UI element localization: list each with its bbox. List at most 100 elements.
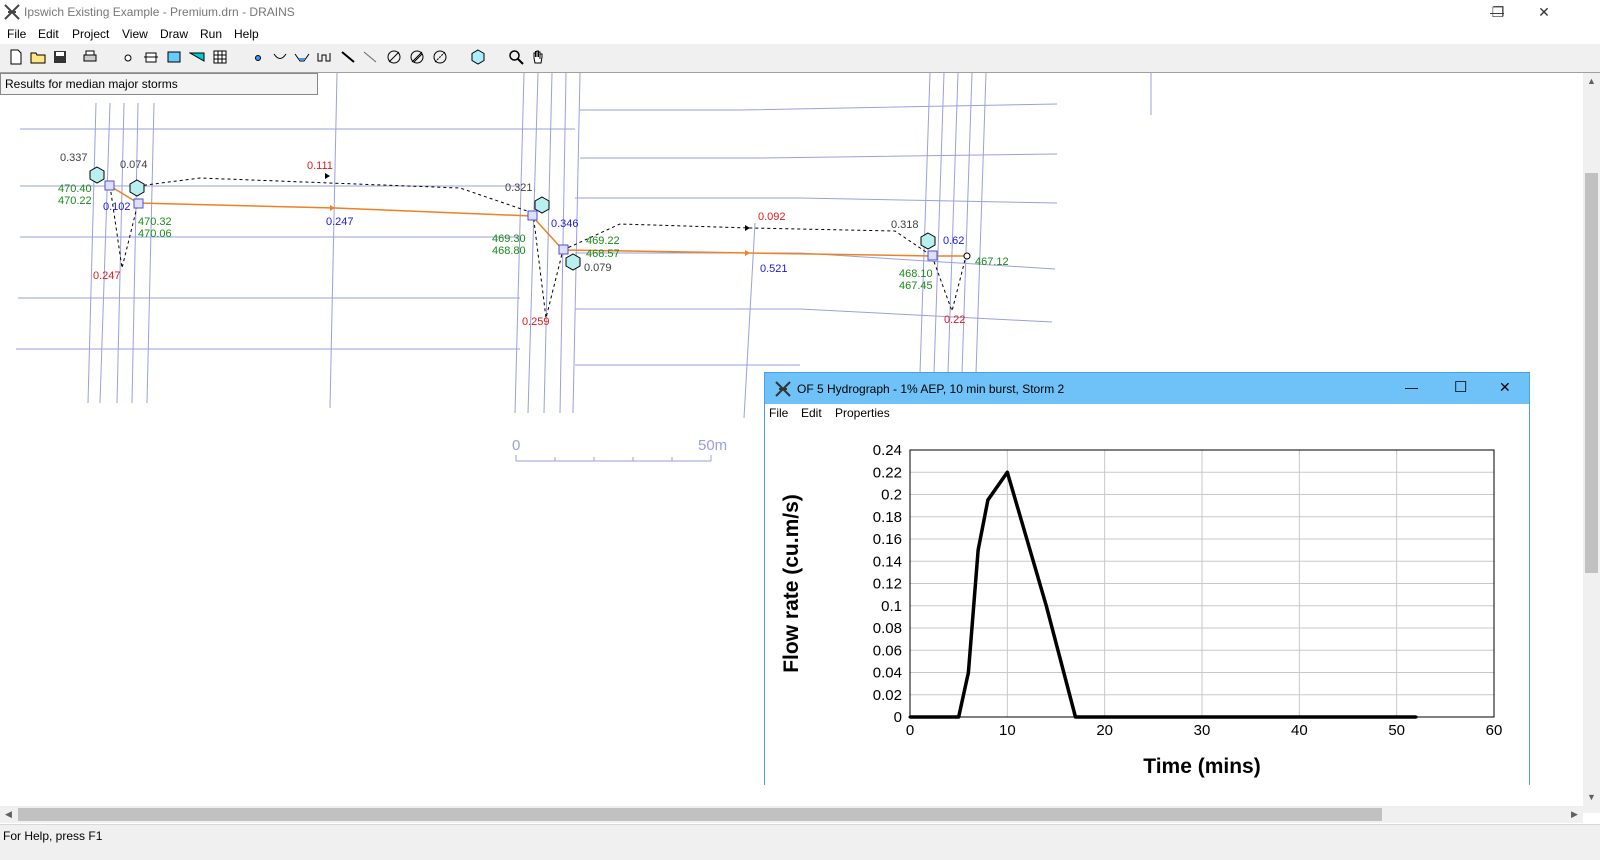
scale-bar-start: 0 xyxy=(512,437,521,454)
x-tick-label: 20 xyxy=(1096,722,1113,739)
hydrograph-data-point xyxy=(957,715,961,719)
weir-icon[interactable] xyxy=(314,47,334,67)
detention-basin-icon[interactable] xyxy=(164,47,184,67)
hydrograph-data-point xyxy=(1044,604,1048,608)
save-icon[interactable] xyxy=(50,47,70,67)
y-axis-label: Flow rate (cu.m/s) xyxy=(780,494,803,673)
close-button[interactable]: ✕ xyxy=(1521,0,1567,24)
scale-bar-end: 50m xyxy=(698,437,728,454)
result-label: 469.22 xyxy=(586,235,620,247)
menu-edit[interactable]: Edit xyxy=(38,27,59,41)
result-label: 0.111 xyxy=(307,160,333,172)
menu-draw[interactable]: Draw xyxy=(160,27,188,41)
hydro-menu-edit[interactable]: Edit xyxy=(801,406,822,420)
hydrograph-title: OF 5 Hydrograph - 1% AEP, 10 min burst, … xyxy=(797,382,1065,396)
node-icon[interactable] xyxy=(118,47,138,67)
zoom-icon[interactable] xyxy=(506,47,526,67)
scroll-right-icon[interactable]: ▶ xyxy=(1566,806,1583,823)
hydro-menu-properties[interactable]: Properties xyxy=(835,406,890,420)
x-axis-label: Time (mins) xyxy=(1143,755,1260,778)
result-label: 468.80 xyxy=(492,245,526,257)
link-icon[interactable] xyxy=(360,47,380,67)
toolbar xyxy=(0,44,1600,73)
result-label: 468.57 xyxy=(586,248,620,260)
result-label: 0.247 xyxy=(93,270,121,282)
junction-icon[interactable] xyxy=(248,47,268,67)
hydrograph-window[interactable]: OF 5 Hydrograph - 1% AEP, 10 min burst, … xyxy=(764,372,1530,785)
window-title: Ipswich Existing Example - Premium.drn -… xyxy=(24,5,295,19)
channel-icon[interactable] xyxy=(187,47,207,67)
pipe-icon[interactable] xyxy=(338,47,358,67)
menu-project[interactable]: Project xyxy=(72,27,109,41)
result-label: 470.40 xyxy=(58,183,92,195)
scroll-left-icon[interactable]: ◀ xyxy=(0,806,17,823)
hydrograph-data-point xyxy=(986,498,990,502)
hydrograph-menu-bar: File Edit Properties xyxy=(765,404,1529,424)
menu-view[interactable]: View xyxy=(122,27,148,41)
result-label: 469.30 xyxy=(492,233,526,245)
result-label: 0.318 xyxy=(891,219,919,231)
result-label: 0.62 xyxy=(943,235,965,247)
result-label: 0.102 xyxy=(103,201,131,213)
drains-app-icon xyxy=(775,381,791,397)
table-icon[interactable] xyxy=(210,47,230,67)
new-file-icon[interactable] xyxy=(6,47,26,67)
result-label: 0.079 xyxy=(584,262,612,274)
title-bar: Ipswich Existing Example - Premium.drn -… xyxy=(0,0,1600,24)
pit-icon[interactable] xyxy=(141,47,161,67)
hydrograph-data-point xyxy=(1025,537,1029,541)
menu-run[interactable]: Run xyxy=(200,27,222,41)
hydrograph-close-button[interactable]: ✕ xyxy=(1499,379,1511,396)
result-label: 0.247 xyxy=(326,216,354,228)
y-tick-label: 0.1 xyxy=(881,598,902,615)
swale-icon[interactable] xyxy=(292,47,312,67)
result-label: 470.06 xyxy=(138,228,172,240)
hydrograph-data-point xyxy=(976,548,980,552)
hydrograph-data-point xyxy=(966,671,970,674)
scroll-up-icon[interactable]: ▲ xyxy=(1583,73,1600,90)
menu-help[interactable]: Help xyxy=(234,27,259,41)
overflow-route-icon[interactable] xyxy=(270,47,290,67)
result-label: 0.074 xyxy=(120,159,148,171)
x-tick-label: 50 xyxy=(1388,722,1405,739)
result-label: 0.259 xyxy=(522,316,550,328)
menu-file[interactable]: File xyxy=(7,27,26,41)
sub-catchment-node xyxy=(89,166,105,184)
hydro-menu-file[interactable]: File xyxy=(769,406,788,420)
hydrograph-data-point xyxy=(1414,715,1418,719)
result-label: 0.092 xyxy=(758,211,786,223)
y-tick-label: 0.02 xyxy=(873,687,902,704)
result-label: 467.12 xyxy=(975,256,1009,268)
x-tick-label: 60 xyxy=(1486,722,1503,739)
result-label: 0.321 xyxy=(505,182,533,194)
hydrograph-data-point xyxy=(1005,470,1009,474)
vertical-scroll-thumb[interactable] xyxy=(1585,173,1598,573)
result-label: 0.337 xyxy=(60,152,88,164)
sub-catchment-icon[interactable] xyxy=(384,47,404,67)
result-label: 470.32 xyxy=(138,216,172,228)
result-label: 467.45 xyxy=(899,280,933,292)
x-tick-label: 0 xyxy=(906,722,914,739)
hydrograph-title-bar[interactable]: OF 5 Hydrograph - 1% AEP, 10 min burst, … xyxy=(765,373,1529,404)
pan-hand-icon[interactable] xyxy=(528,47,548,67)
y-tick-label: 0.16 xyxy=(873,531,902,548)
hexagon-icon[interactable] xyxy=(468,47,488,67)
horizontal-scroll-thumb[interactable] xyxy=(18,808,1382,821)
open-folder-icon[interactable] xyxy=(28,47,48,67)
hydrograph-plot-area: 0 10 20 30 40 50 60 0 0.02 0.04 0.06 0.08 0.1 0.12 0.1… xyxy=(765,424,1529,785)
result-label: 470.22 xyxy=(58,195,92,207)
result-label: 0.346 xyxy=(551,218,579,230)
sub-catchment-2-icon[interactable] xyxy=(407,47,427,67)
y-tick-label: 0.22 xyxy=(873,464,902,481)
hydrograph-maximize-button[interactable]: ☐ xyxy=(1454,378,1467,396)
drains-app-icon xyxy=(4,4,20,20)
hydrograph-chart: 0 10 20 30 40 50 60 0 0.02 0.04 0.06 0.08 0.1 0.12 0.1… xyxy=(780,442,1503,778)
result-label: 468.10 xyxy=(899,268,933,280)
sub-catchment-3-icon[interactable] xyxy=(430,47,450,67)
hydrograph-series-line xyxy=(910,470,1417,719)
y-tick-label: 0.2 xyxy=(881,487,902,504)
hydrograph-minimize-button[interactable]: — xyxy=(1405,380,1418,395)
y-tick-label: 0.14 xyxy=(873,553,902,570)
print-icon[interactable] xyxy=(80,47,100,67)
scroll-down-icon[interactable]: ▼ xyxy=(1583,789,1600,806)
